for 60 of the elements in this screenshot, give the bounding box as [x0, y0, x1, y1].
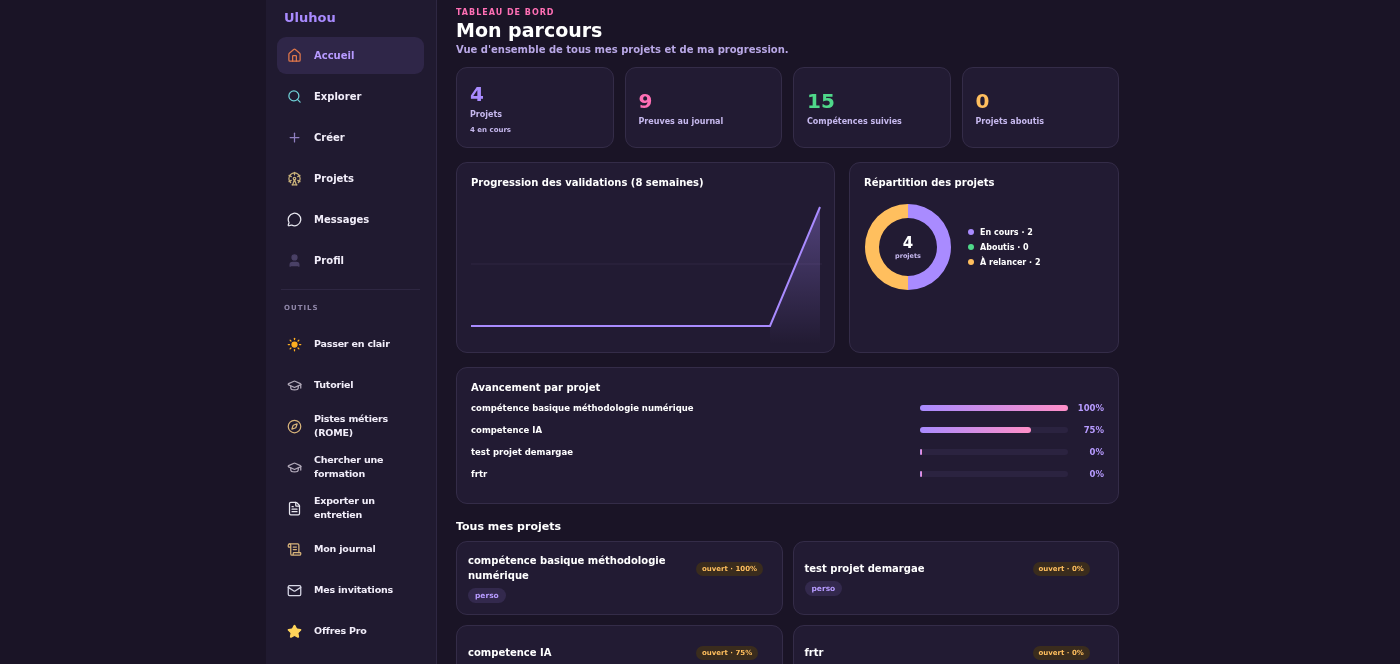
stat-label: Compétences suivies: [807, 117, 903, 126]
nav-item[interactable]: Explorer: [277, 78, 424, 115]
project-name: frtr: [471, 469, 488, 479]
nav-item[interactable]: Pistes métiers (ROME): [277, 408, 424, 444]
ferris-wheel-icon: [287, 171, 302, 186]
nav-item[interactable]: Mes invitations: [277, 572, 424, 608]
panel-title: Progression des validations (8 semaines): [471, 177, 705, 188]
project-name: test projet demargae: [471, 447, 573, 457]
legend-label: En cours · 2: [980, 227, 1033, 237]
page-subtitle: Vue d'ensemble de tous mes projets et de ma progression.: [456, 44, 790, 55]
project-title: frtr: [804, 646, 825, 660]
section-title: Tous mes projets: [456, 520, 562, 533]
legend-label: À relancer · 2: [980, 257, 1041, 267]
nav-item[interactable]: Mon journal: [277, 531, 424, 567]
magnifier-icon: [287, 89, 302, 104]
progress-percent: 75%: [1082, 425, 1104, 435]
project-title: test projet demargae: [804, 562, 926, 576]
stat-value: 0: [975, 89, 991, 113]
stat-label: Projets: [470, 109, 504, 119]
panel-title: Répartition des projets: [864, 177, 996, 188]
scroll-icon: [287, 541, 302, 557]
nav-item[interactable]: Projets: [277, 160, 424, 197]
nav-item[interactable]: Offres Pro: [277, 613, 424, 649]
compass-icon: [287, 418, 302, 434]
plus-icon: [287, 130, 302, 145]
project-name: competence IA: [471, 425, 542, 435]
nav-item[interactable]: Créer: [277, 119, 424, 156]
stat-label: Preuves au journal: [638, 117, 725, 126]
stat-value: 15: [807, 89, 836, 113]
nav-item[interactable]: Tutoriel: [277, 367, 424, 403]
document-icon: [287, 500, 302, 516]
nav-item[interactable]: Chercher une formation: [277, 449, 424, 485]
panel-title: Avancement par projet: [471, 382, 602, 393]
eyebrow-label: TABLEAU DE BORD: [456, 8, 556, 17]
project-name: compétence basique méthodologie numérique: [471, 403, 694, 413]
star-icon: [287, 623, 302, 639]
envelope-icon: [287, 582, 302, 598]
progress-percent: 100%: [1076, 403, 1104, 413]
stat-value: 9: [638, 89, 654, 113]
sun-icon: [287, 336, 302, 352]
nav-item[interactable]: Exporter un entretien: [277, 490, 424, 526]
progress-percent: 0%: [1088, 469, 1104, 479]
nav-item[interactable]: Messages: [277, 201, 424, 238]
speech-bubble-icon: [287, 212, 302, 227]
project-title: compétence basique méthodologie numérique: [468, 554, 667, 583]
brand-name: Uluhou: [283, 9, 337, 27]
stat-value: 4: [470, 81, 485, 106]
page-title: Mon parcours: [456, 19, 604, 41]
nav-item[interactable]: Profil: [277, 242, 424, 279]
graduation-cap-icon: [287, 377, 302, 393]
nav-item[interactable]: Accueil: [277, 37, 424, 74]
graduation-cap-icon: [287, 459, 302, 475]
nav-item[interactable]: Passer en clair: [277, 326, 424, 362]
project-title: competence IA: [468, 646, 553, 660]
donut-total: 4: [902, 234, 914, 252]
stat-label: Projets aboutis: [975, 117, 1045, 126]
house-icon: [287, 48, 302, 63]
progress-percent: 0%: [1088, 447, 1104, 457]
person-icon: [287, 253, 302, 268]
legend-label: Aboutis · 0: [980, 242, 1029, 252]
